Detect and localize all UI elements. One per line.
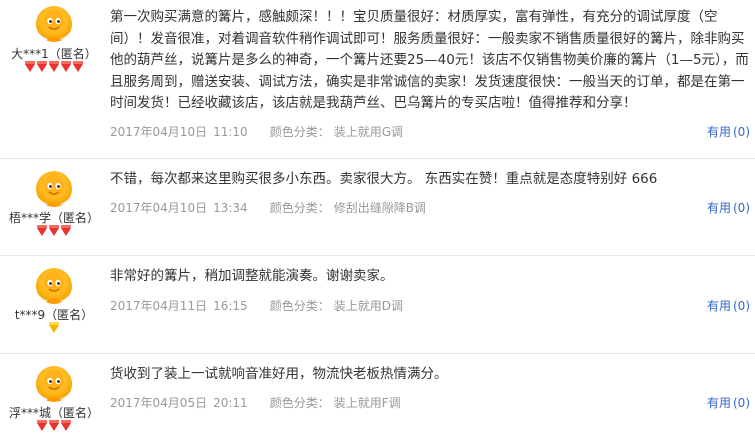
useful-count: (0) <box>733 200 750 215</box>
sku-value: 修刮出缝隙降B调 <box>333 200 426 215</box>
sku-label: 颜色分类： <box>269 395 330 410</box>
reviewer: t***9（匿名） <box>0 268 108 337</box>
review-item: 浮***城（匿名） 货收到了装上一试就响音准好用，物流快老板热情满分。 2017… <box>0 354 755 448</box>
diamond-icon <box>61 61 71 72</box>
useful-button[interactable]: 有用 (0) <box>707 122 750 142</box>
review-time: 16:15 <box>213 298 248 313</box>
review-list: 大***1（匿名） 第一次购买满意的篝片，感触颇深！！！宝贝质量很好：材质厚实，… <box>0 0 755 448</box>
diamond-icon <box>61 225 71 236</box>
reviewer-name: 大***1（匿名） <box>11 47 97 61</box>
diamond-icon <box>61 420 71 431</box>
review-date: 2017年04月10日 <box>110 200 208 215</box>
mascot-icon <box>44 174 64 207</box>
reviewer: 梧***学（匿名） <box>0 171 108 240</box>
useful-label: 有用 <box>706 200 731 215</box>
buyer-level-gems <box>0 420 108 435</box>
diamond-icon <box>73 61 83 72</box>
useful-button[interactable]: 有用 (0) <box>707 296 750 316</box>
buyer-level-gems <box>0 61 108 76</box>
reviewer: 大***1（匿名） <box>0 6 108 76</box>
reviewer-name: t***9（匿名） <box>14 308 94 322</box>
sku-value: 装上就用G调 <box>333 124 404 139</box>
diamond-icon <box>49 61 59 72</box>
sku-value: 装上就用D调 <box>333 298 403 313</box>
mascot-icon <box>44 369 64 402</box>
useful-label: 有用 <box>706 124 731 139</box>
review-date: 2017年04月05日 <box>110 395 208 410</box>
sku-label: 颜色分类： <box>269 298 330 313</box>
review-item: t***9（匿名） 非常好的篝片，稍加调整就能演奏。谢谢卖家。 2017年04月… <box>0 256 755 354</box>
diamond-icon <box>37 420 47 431</box>
avatar[interactable] <box>36 366 72 402</box>
useful-label: 有用 <box>706 395 731 410</box>
avatar[interactable] <box>36 6 72 42</box>
diamond-icon <box>49 225 59 236</box>
buyer-level-gems <box>0 225 108 240</box>
review-date: 2017年04月10日 <box>110 124 208 139</box>
review-date: 2017年04月11日 <box>110 298 208 313</box>
review-meta: 2017年04月10日 11:10 颜色分类： 装上就用G调 有用 (0) <box>110 122 750 142</box>
useful-count: (0) <box>733 298 750 313</box>
review-text: 非常好的篝片，稍加调整就能演奏。谢谢卖家。 <box>110 268 394 284</box>
avatar[interactable] <box>36 268 72 304</box>
sku-value: 装上就用F调 <box>333 395 401 410</box>
review-item: 大***1（匿名） 第一次购买满意的篝片，感触颇深！！！宝贝质量很好：材质厚实，… <box>0 0 755 159</box>
review-text: 货收到了装上一试就响音准好用，物流快老板热情满分。 <box>110 366 448 382</box>
review-meta: 2017年04月05日 20:11 颜色分类： 装上就用F调 有用 (0) <box>110 393 750 413</box>
review-time: 11:10 <box>213 124 248 139</box>
reviewer-name: 梧***学（匿名） <box>8 211 99 225</box>
review-time: 20:11 <box>213 395 248 410</box>
diamond-icon <box>37 61 47 72</box>
avatar[interactable] <box>36 171 72 207</box>
review-time: 13:34 <box>213 200 248 215</box>
mascot-icon <box>44 271 64 304</box>
reviewer-name: 浮***城（匿名） <box>8 406 99 420</box>
mascot-icon <box>44 9 64 42</box>
sku-label: 颜色分类： <box>269 124 330 139</box>
useful-button[interactable]: 有用 (0) <box>707 198 750 218</box>
diamond-icon <box>49 322 59 333</box>
useful-button[interactable]: 有用 (0) <box>707 393 750 413</box>
review-meta: 2017年04月11日 16:15 颜色分类： 装上就用D调 有用 (0) <box>110 296 750 316</box>
sku-label: 颜色分类： <box>269 200 330 215</box>
useful-label: 有用 <box>706 298 731 313</box>
useful-count: (0) <box>733 124 750 139</box>
diamond-icon <box>49 420 59 431</box>
review-text: 第一次购买满意的篝片，感触颇深！！！宝贝质量很好：材质厚实，富有弹性，有充分的调… <box>110 9 749 111</box>
review-item: 梧***学（匿名） 不错，每次都来这里购买很多小东西。卖家很大方。 东西实在赞！… <box>0 159 755 256</box>
review-meta: 2017年04月10日 13:34 颜色分类： 修刮出缝隙降B调 有用 (0) <box>110 198 750 218</box>
diamond-icon <box>37 225 47 236</box>
reviewer: 浮***城（匿名） <box>0 366 108 435</box>
buyer-level-gems <box>0 322 108 337</box>
diamond-icon <box>25 61 35 72</box>
useful-count: (0) <box>733 395 750 410</box>
review-text: 不错，每次都来这里购买很多小东西。卖家很大方。 东西实在赞！重点就是态度特别好 … <box>110 171 658 187</box>
